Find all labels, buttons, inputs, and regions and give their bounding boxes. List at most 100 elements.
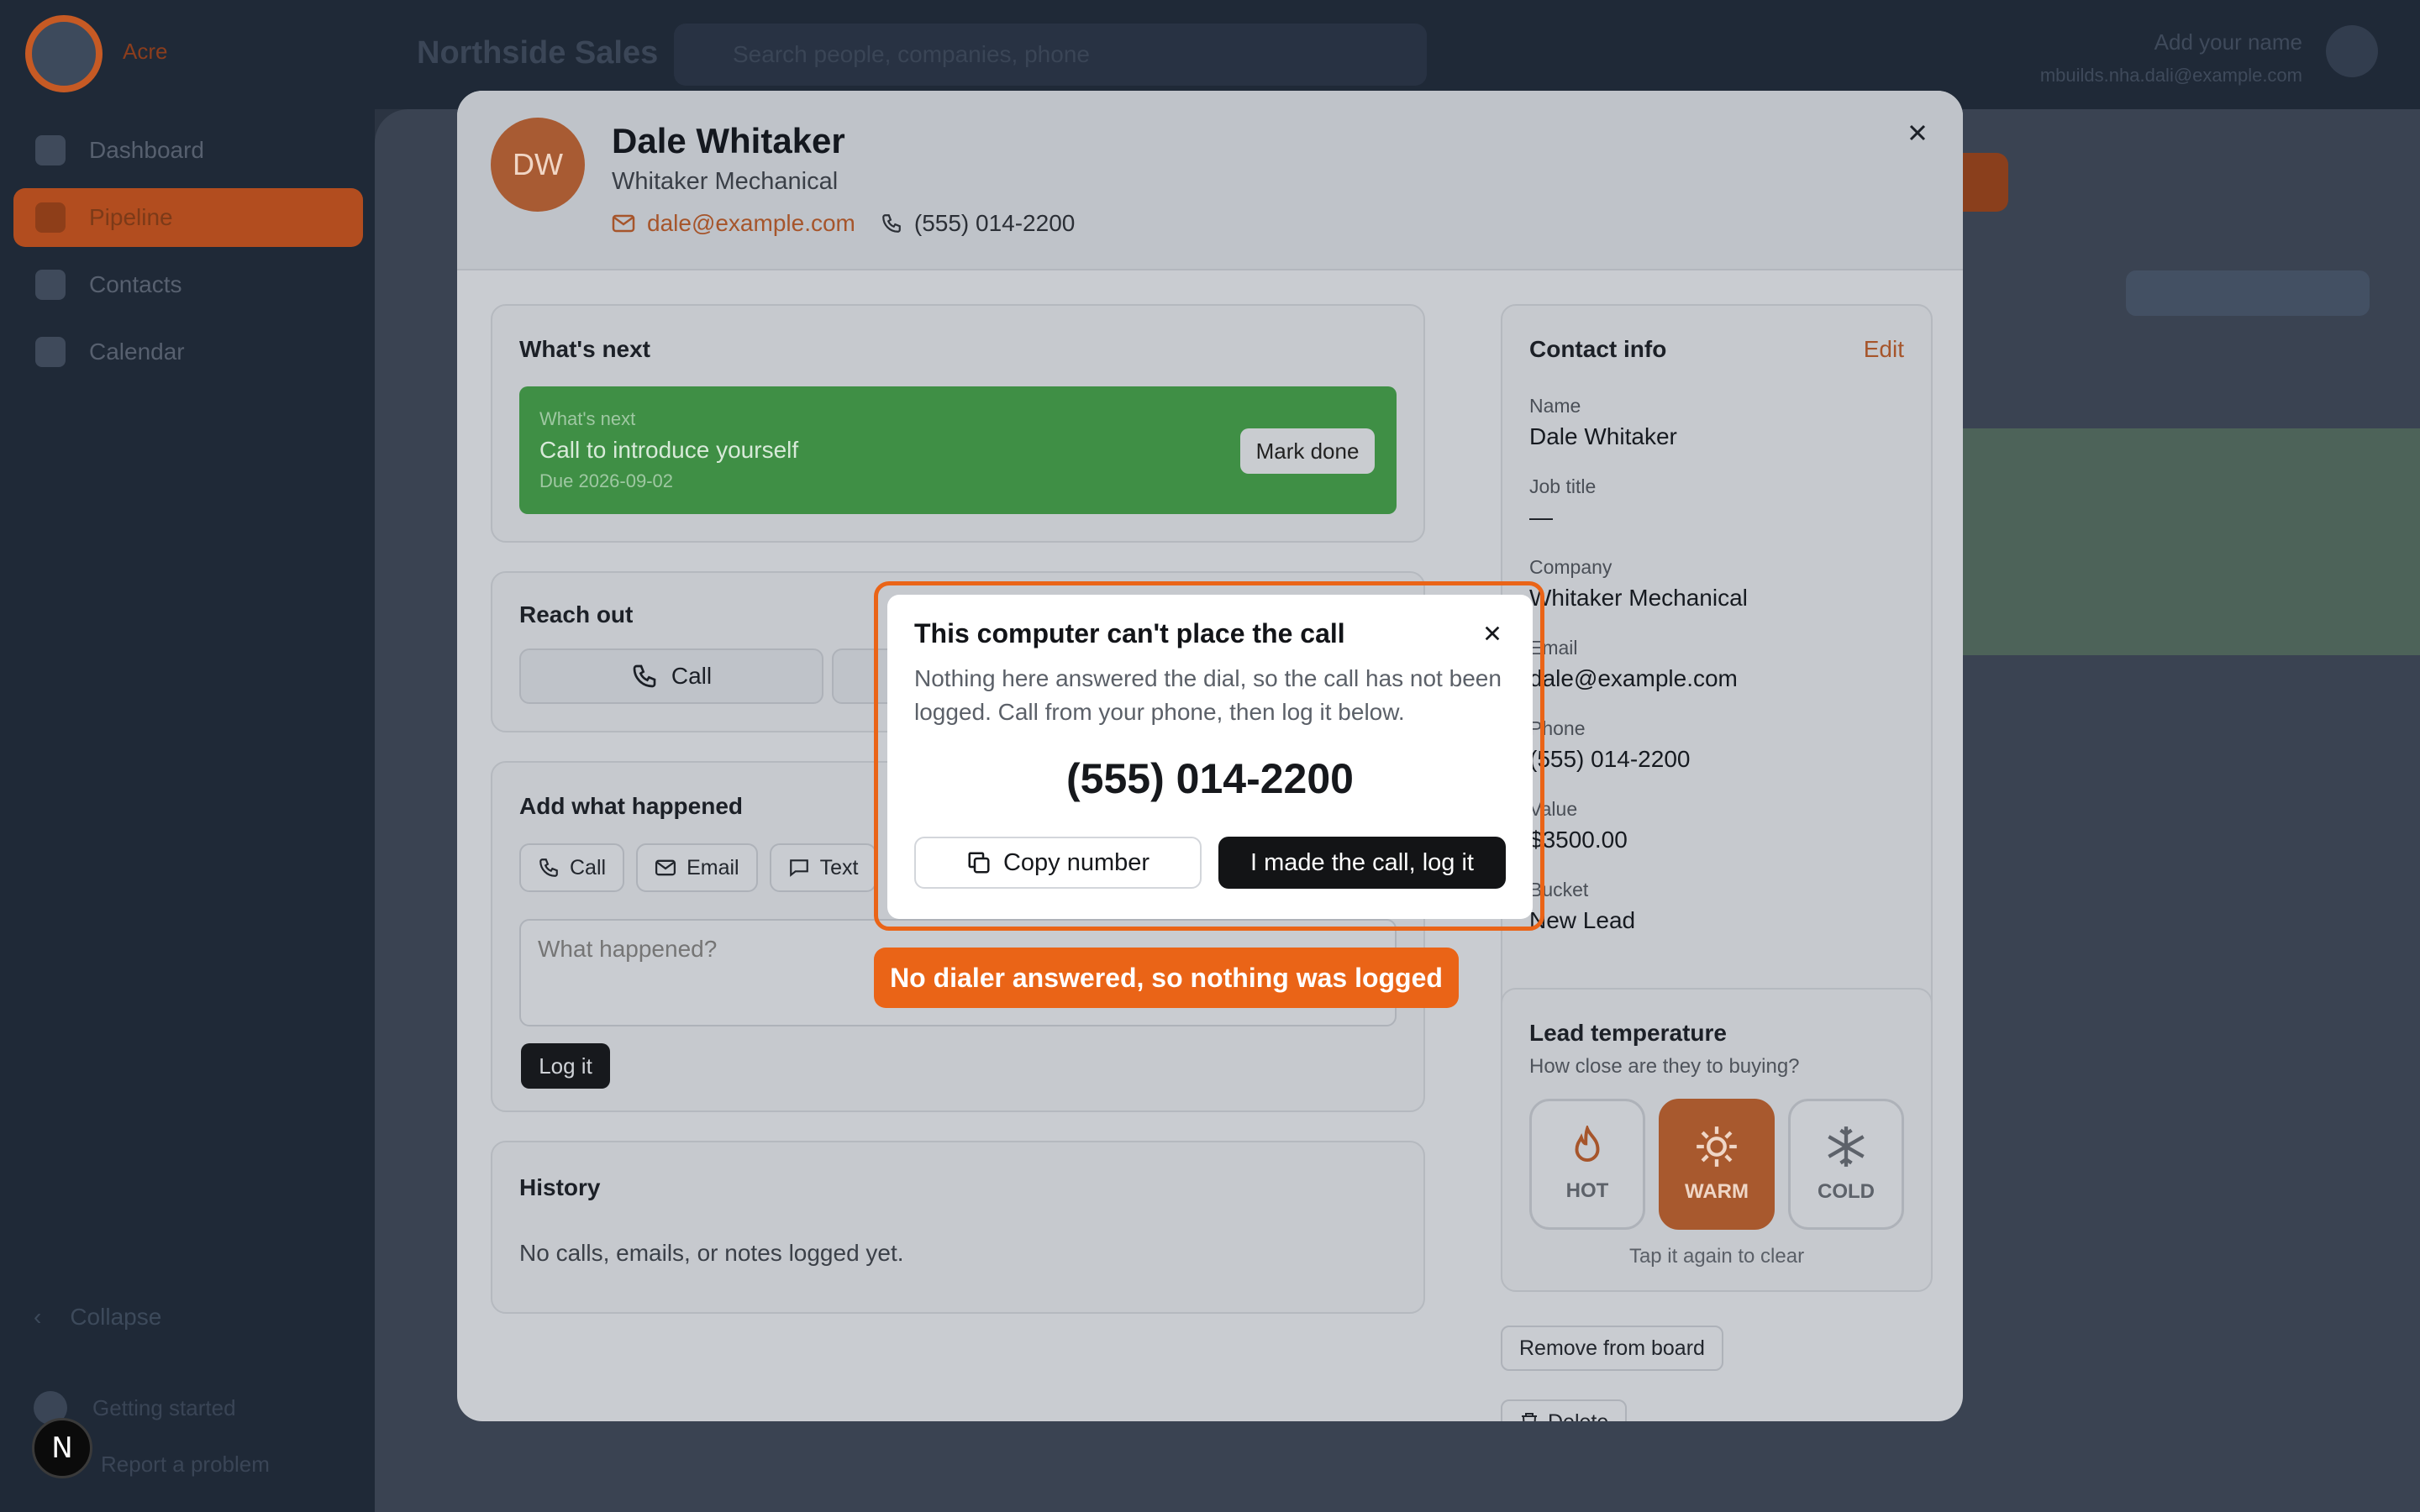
field-name-label: Name <box>1529 395 1581 417</box>
chip-label: Email <box>687 855 739 879</box>
workspace-title: Northside Sales <box>417 35 659 71</box>
contact-header: DW Dale Whitaker Whitaker Mechanical dal… <box>457 91 1963 270</box>
user-name: Add your name <box>2154 29 2302 55</box>
lead-temperature-subtitle: How close are they to buying? <box>1529 1055 1800 1078</box>
chip-label: Call <box>570 855 607 879</box>
field-company-label: Company <box>1529 556 1612 578</box>
contact-phone-link[interactable]: (555) 014-2200 <box>881 210 1075 237</box>
getting-started-label: Getting started <box>92 1394 236 1420</box>
delete-button[interactable]: Delete <box>1501 1399 1628 1422</box>
chip-label: Text <box>819 855 859 879</box>
grid-icon <box>35 135 66 165</box>
contact-phone: (555) 014-2200 <box>913 210 1076 236</box>
pipeline-card <box>1958 428 2420 655</box>
close-modal-button[interactable] <box>1901 116 1934 150</box>
sun-icon <box>1697 1126 1737 1167</box>
copy-number-button[interactable]: Copy number <box>914 837 1202 889</box>
sidebar-item-calendar[interactable]: Calendar <box>13 323 363 381</box>
field-bucket-value: New Lead <box>1529 907 1636 933</box>
flame-icon <box>1575 1126 1600 1163</box>
close-call-dialog-button[interactable] <box>1477 618 1507 648</box>
copy-number-label: Copy number <box>1002 848 1150 876</box>
banner-kicker: What's next <box>539 408 636 429</box>
log-it-button[interactable]: Log it <box>521 1043 610 1089</box>
call-dialog-title: This computer can't place the call <box>914 618 1345 648</box>
message-icon <box>789 859 808 877</box>
report-problem-link[interactable]: Report a problem <box>101 1452 270 1478</box>
sidebar-item-dashboard[interactable]: Dashboard <box>13 121 363 180</box>
snowflake-icon <box>1828 1126 1865 1167</box>
call-type-chip[interactable]: Call <box>519 843 625 892</box>
history-title: History <box>519 1174 601 1200</box>
field-name-value: Dale Whitaker <box>1529 423 1677 449</box>
sidebar-item-label: Calendar <box>89 339 185 365</box>
contact-company: Whitaker Mechanical <box>612 168 839 195</box>
sidebar-item-pipeline[interactable]: Pipeline <box>13 188 363 247</box>
mark-done-button[interactable]: Mark done <box>1240 428 1375 474</box>
contact-info-card: Contact info Edit Name Dale Whitaker Job… <box>1501 304 1933 1048</box>
field-phone-value: (555) 014-2200 <box>1529 746 1691 772</box>
status-toast: No dialer answered, so nothing was logge… <box>874 948 1459 1008</box>
sidebar-item-label: Contacts <box>89 271 182 297</box>
next-dev-badge[interactable]: N <box>32 1418 92 1478</box>
whats-next-card: What's next What's next Call to introduc… <box>491 304 1425 543</box>
phone-icon <box>882 214 901 233</box>
people-icon <box>35 270 66 300</box>
delete-label: Delete <box>1548 1410 1608 1422</box>
temp-hot-button[interactable]: HOT <box>1529 1099 1645 1230</box>
history-card: History No calls, emails, or notes logge… <box>491 1141 1425 1314</box>
mail-icon <box>612 214 635 233</box>
mail-icon <box>655 859 676 876</box>
close-icon <box>1485 626 1500 641</box>
log-call-button[interactable]: I made the call, log it <box>1218 837 1506 889</box>
contact-avatar: DW <box>491 118 585 212</box>
temp-cold-button[interactable]: COLD <box>1788 1099 1904 1230</box>
history-empty-state: No calls, emails, or notes logged yet. <box>519 1240 904 1266</box>
temp-warm-button[interactable]: WARM <box>1659 1099 1775 1230</box>
contact-email-link[interactable]: dale@example.com <box>612 210 855 237</box>
collapse-button[interactable]: ‹ Collapse <box>34 1304 161 1331</box>
report-problem-label: Report a problem <box>101 1452 270 1477</box>
call-dialog: This computer can't place the call Nothi… <box>887 595 1533 919</box>
whats-next-title: What's next <box>519 336 651 362</box>
call-button-label: Call <box>671 663 713 689</box>
call-dialog-number: (555) 014-2200 <box>1066 755 1354 802</box>
field-company-value: Whitaker Mechanical <box>1529 585 1748 611</box>
phone-icon <box>633 664 656 688</box>
field-job-title-label: Job title <box>1529 475 1597 497</box>
phone-icon <box>539 858 558 877</box>
remove-from-board-button[interactable]: Remove from board <box>1501 1326 1723 1371</box>
temp-label: HOT <box>1565 1179 1609 1202</box>
add-what-happened-title: Add what happened <box>519 793 743 819</box>
filter-chip[interactable] <box>2126 270 2370 316</box>
next-task: Call to introduce yourself <box>539 437 799 463</box>
collapse-label: Collapse <box>70 1304 162 1330</box>
brand-name: Acre <box>123 39 168 64</box>
call-dialog-message: Nothing here answered the dial, so the c… <box>914 665 1502 725</box>
task-due-date: Due 2026-09-02 <box>539 470 674 491</box>
contact-name: Dale Whitaker <box>612 121 845 160</box>
text-type-chip[interactable]: Text <box>769 843 877 892</box>
sidebar-item-contacts[interactable]: Contacts <box>13 255 363 314</box>
sidebar-item-label: Pipeline <box>89 204 173 230</box>
copy-icon <box>968 852 990 874</box>
contact-info-title: Contact info <box>1529 336 1667 362</box>
close-icon <box>1909 124 1926 141</box>
remove-label: Remove from board <box>1519 1336 1705 1360</box>
user-avatar[interactable] <box>2326 25 2378 77</box>
board-icon <box>35 202 66 233</box>
app-logo <box>25 15 103 92</box>
field-job-title-value: — <box>1529 504 1553 530</box>
lead-temperature-title: Lead temperature <box>1529 1020 1727 1046</box>
temp-label: WARM <box>1685 1180 1749 1203</box>
edit-contact-link[interactable]: Edit <box>1864 336 1904 363</box>
email-type-chip[interactable]: Email <box>636 843 758 892</box>
call-button[interactable]: Call <box>519 648 823 704</box>
reach-out-title: Reach out <box>519 601 634 627</box>
global-search-input[interactable]: Search people, companies, phone <box>674 24 1427 86</box>
lead-temperature-hint: Tap it again to clear <box>1628 1245 1805 1268</box>
calendar-icon <box>35 337 66 367</box>
next-task-banner: What's next Call to introduce yourself D… <box>519 386 1397 514</box>
contact-links: dale@example.com (555) 014-2200 <box>612 210 1075 237</box>
chevron-left-icon: ‹ <box>34 1304 42 1330</box>
